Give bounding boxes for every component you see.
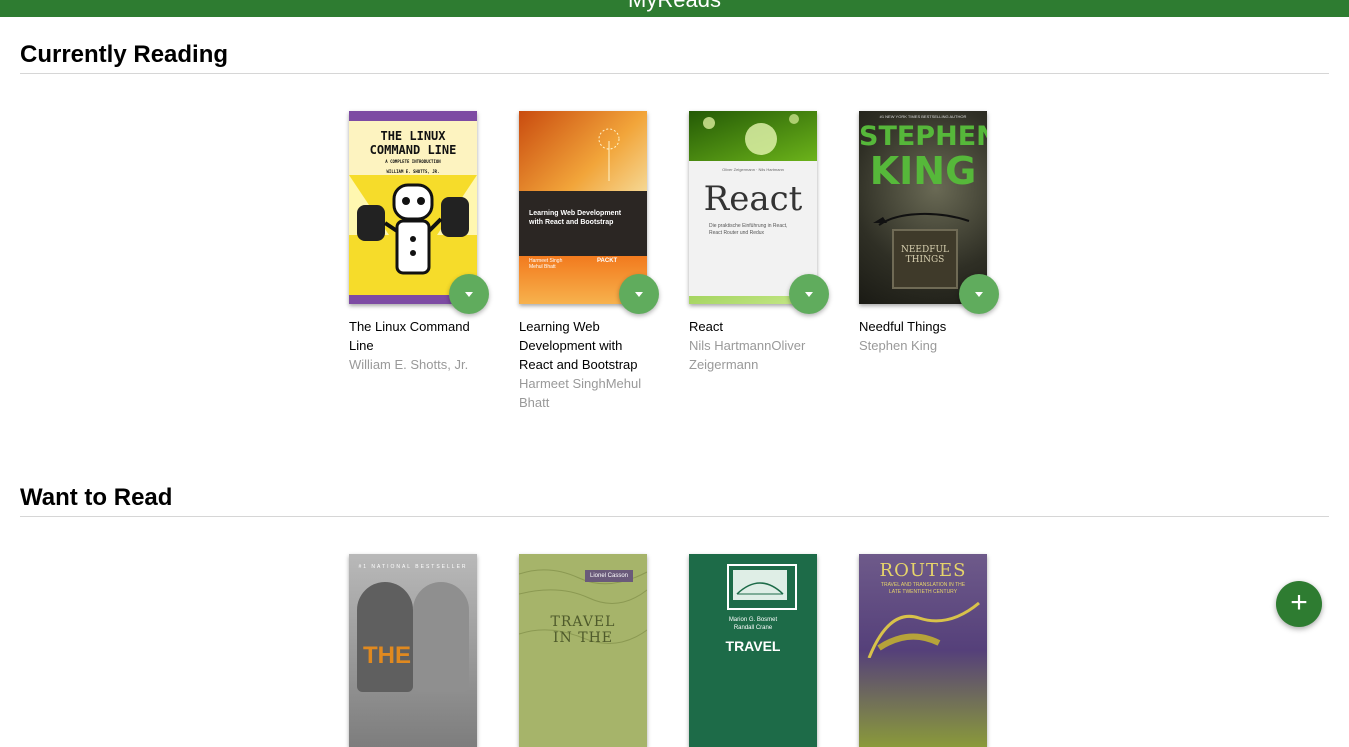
shelf-changer-button[interactable] [619,274,659,314]
book-authors: Stephen King [859,338,938,353]
book-title: Learning Web Development with React and … [519,319,638,372]
flower-illustration [598,128,620,181]
book-grid: THE LINUX COMMAND LINE A COMPLETE INTROD… [349,111,1329,412]
cover-text: A COMPLETE INTRODUCTION [385,159,441,164]
book-authors: Nils HartmannOliver Zeigermann [689,338,806,372]
book-title: React [689,319,723,334]
plus-icon: + [1290,586,1308,619]
cover-text: Oliver Zeigermann · Nils Hartmann [722,167,784,172]
caret-down-icon [975,291,983,297]
cover-text: LATE TWENTIETH CENTURY [888,589,958,595]
shelf-title: Want to Read [20,484,1329,517]
cover-text: Lionel Casson [585,570,633,582]
shelf-changer-button[interactable] [449,274,489,314]
app-title: MyReads [0,0,1349,13]
shelf-changer-button[interactable] [959,274,999,314]
caret-down-icon [805,291,813,297]
book-cover[interactable]: #1 NEW YORK TIMES BESTSELLING AUTHOR STE… [859,111,987,304]
caret-down-icon [635,291,643,297]
book-item: Oliver Zeigermann · Nils Hartmann React … [689,111,829,412]
book-item: Learning Web Development with React and … [519,111,659,412]
cover-text: STEPHEN [859,121,987,152]
cover-text: Randall Crane [733,625,773,631]
book-cover[interactable]: Lionel Casson TRAVEL IN THE [519,554,647,747]
cover-text: Mehul Bhatt [529,264,556,270]
book-authors: William E. Shotts, Jr. [349,357,469,372]
bubbles-illustration [703,114,799,155]
cover-text: COMMAND LINE [369,143,457,157]
cover-text: #1 NATIONAL BESTSELLER [358,564,468,570]
cover-text: TRAVEL AND TRANSLATION IN THE [880,582,966,588]
book-item: #1 NEW YORK TIMES BESTSELLING AUTHOR STE… [859,111,999,412]
cover-text: ROUTES [879,560,967,581]
book-cover[interactable]: ROUTES TRAVEL AND TRANSLATION IN THE LAT… [859,554,987,747]
cover-text: Die praktische Einführung in React, Reac… [709,223,788,236]
book-cover[interactable]: #1 NATIONAL BESTSELLER THE [349,554,477,747]
cover-card: Oliver Zeigermann · Nils Hartmann React … [689,161,817,296]
book-cover[interactable]: Marion G. Bosmet Randall Crane TRAVEL [689,554,817,747]
book-title: Needful Things [859,319,947,334]
cover-frame-inner [733,570,787,600]
book-item: Lionel Casson TRAVEL IN THE [519,554,647,747]
book-item: THE LINUX COMMAND LINE A COMPLETE INTROD… [349,111,489,412]
shelf-currently-reading: Currently Reading THE LINUX COMMAND LINE… [20,41,1329,412]
shelf-changer-button[interactable] [789,274,829,314]
cover-figure [357,582,413,692]
shelf-title: Currently Reading [20,41,1329,74]
shelf-want-to-read: Want to Read #1 NATIONAL BESTSELLER THE … [20,484,1329,747]
caret-down-icon [465,291,473,297]
book-cover[interactable]: Learning Web Development with React and … [519,111,647,304]
cover-text: PACKT [597,258,618,264]
cover-text: TRAVEL [725,638,781,654]
book-cover[interactable]: THE LINUX COMMAND LINE A COMPLETE INTROD… [349,111,477,304]
cover-text: #1 NEW YORK TIMES BESTSELLING AUTHOR [879,114,967,119]
cover-figure [413,582,469,692]
book-authors: Harmeet SinghMehul Bhatt [519,376,642,410]
add-book-button[interactable]: + [1276,581,1322,627]
cover-text: Marion G. Bosmet [728,617,778,623]
cover-text: Learning Web Development [529,210,622,217]
cover-text: WILLIAM E. SHOTTS, JR. [386,169,440,174]
book-item: Marion G. Bosmet Randall Crane TRAVEL [689,554,817,747]
app-header: MyReads [0,0,1349,17]
book-title: The Linux Command Line [349,319,470,353]
book-item: #1 NATIONAL BESTSELLER THE [349,554,477,747]
cover-panel: Learning Web Development with React and … [519,191,647,256]
cover-text: THE [363,642,411,669]
cover-text: with React and Bootstrap [529,219,614,226]
cover-text: KING [869,149,977,193]
book-item: ROUTES TRAVEL AND TRANSLATION IN THE LAT… [859,554,987,747]
cover-text: React [703,179,803,219]
leaf-illustration [867,601,980,658]
bridge-illustration [736,582,784,595]
cover-text: IN THE [553,630,613,646]
cover-sign: NEEDFUL THINGS [892,229,958,289]
cover-text: TRAVEL [550,614,616,630]
cover-text: NEEDFUL THINGS [900,245,950,265]
cover-text: THE LINUX [380,129,446,143]
book-cover[interactable]: Oliver Zeigermann · Nils Hartmann React … [689,111,817,304]
book-grid: #1 NATIONAL BESTSELLER THE Lionel Casson… [349,554,1329,747]
